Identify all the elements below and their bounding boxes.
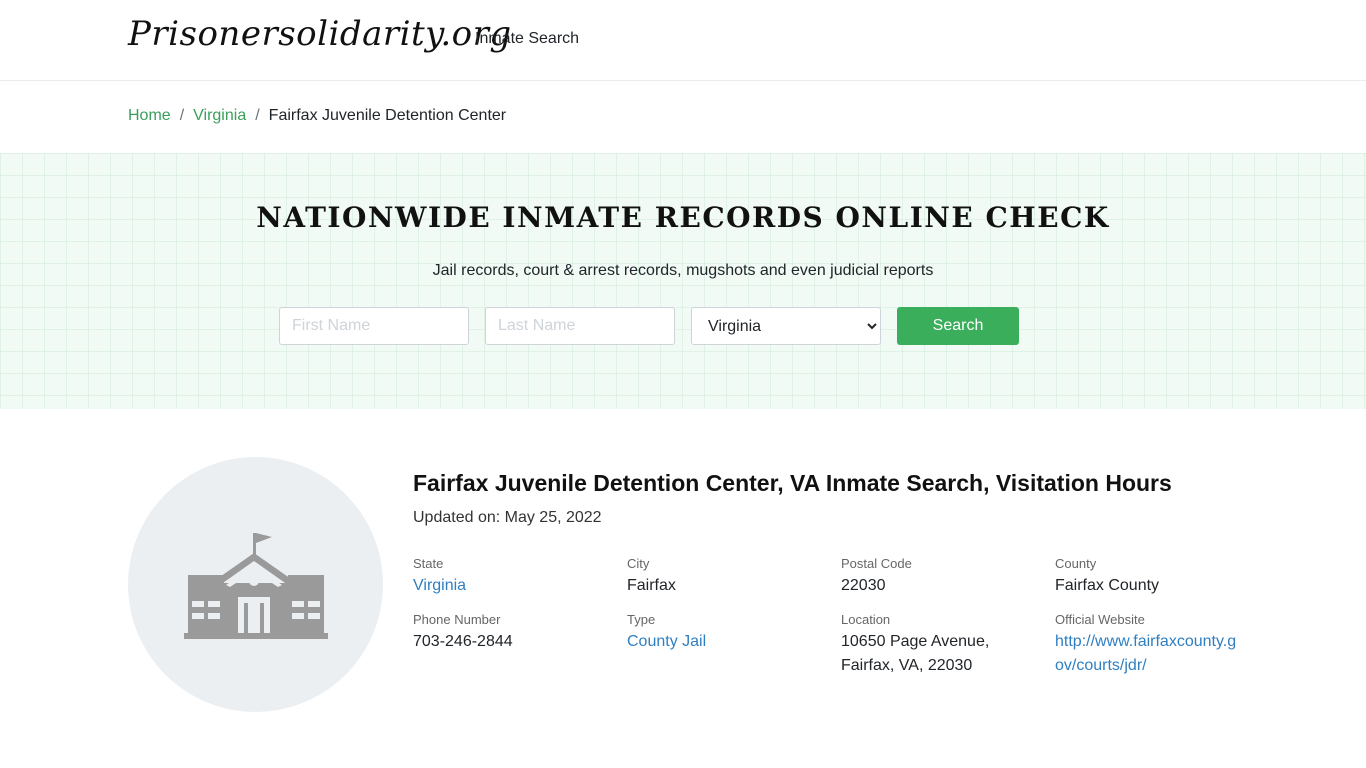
detail-website: Official Website http://www.fairfaxcount… bbox=[1055, 612, 1263, 678]
site-header: Prisonersolidarity.org Inmate Search bbox=[0, 0, 1366, 81]
nav-inmate-search[interactable]: Inmate Search bbox=[475, 30, 579, 48]
type-link[interactable]: County Jail bbox=[627, 630, 841, 654]
detail-label: Type bbox=[627, 612, 656, 627]
detail-value: Fairfax County bbox=[1055, 577, 1160, 594]
detail-label: Postal Code bbox=[841, 556, 912, 571]
detail-location: Location 10650 Page Avenue, Fairfax, VA,… bbox=[841, 612, 1055, 678]
state-link[interactable]: Virginia bbox=[413, 574, 627, 598]
breadcrumb-current: Fairfax Juvenile Detention Center bbox=[268, 107, 507, 124]
facility-details: State Virginia City Fairfax Postal Code … bbox=[413, 556, 1263, 678]
detail-value: 703-246-2844 bbox=[413, 633, 513, 650]
hero-title: NATIONWIDE INMATE RECORDS ONLINE CHECK bbox=[256, 201, 1110, 234]
detail-label: Location bbox=[841, 612, 891, 627]
detail-value: 22030 bbox=[841, 577, 886, 594]
detail-city: City Fairfax bbox=[627, 556, 841, 598]
breadcrumb-separator: / bbox=[179, 107, 185, 124]
official-website-link[interactable]: http://www.fairfaxcounty.gov/courts/jdr/ bbox=[1055, 630, 1240, 678]
search-button[interactable]: Search bbox=[897, 307, 1019, 345]
detail-phone: Phone Number 703-246-2844 bbox=[413, 612, 627, 678]
last-name-input[interactable] bbox=[485, 307, 675, 345]
detail-label: Official Website bbox=[1055, 612, 1145, 627]
first-name-input[interactable] bbox=[279, 307, 469, 345]
inmate-search-form: Virginia Search bbox=[279, 307, 1019, 345]
location-line-2: Fairfax, VA, 22030 bbox=[841, 657, 973, 674]
detail-label: Phone Number bbox=[413, 612, 501, 627]
detail-county: County Fairfax County bbox=[1055, 556, 1263, 598]
updated-date: Updated on: May 25, 2022 bbox=[413, 509, 602, 526]
facility-avatar bbox=[128, 457, 383, 712]
detail-label: State bbox=[413, 556, 444, 571]
breadcrumb-state[interactable]: Virginia bbox=[193, 107, 246, 125]
search-hero: NATIONWIDE INMATE RECORDS ONLINE CHECK J… bbox=[0, 153, 1366, 409]
detail-label: County bbox=[1055, 556, 1097, 571]
detail-state: State Virginia bbox=[413, 556, 627, 598]
building-icon bbox=[183, 532, 328, 639]
detail-postal-code: Postal Code 22030 bbox=[841, 556, 1055, 598]
site-logo[interactable]: Prisonersolidarity.org bbox=[128, 14, 512, 54]
state-select[interactable]: Virginia bbox=[691, 307, 881, 345]
breadcrumb: Home / Virginia / Fairfax Juvenile Deten… bbox=[128, 107, 506, 125]
detail-value: Fairfax bbox=[627, 577, 676, 594]
detail-label: City bbox=[627, 556, 650, 571]
facility-title: Fairfax Juvenile Detention Center, VA In… bbox=[413, 470, 1172, 496]
breadcrumb-separator: / bbox=[255, 107, 260, 124]
detail-type: Type County Jail bbox=[627, 612, 841, 678]
hero-subtitle: Jail records, court & arrest records, mu… bbox=[432, 262, 934, 279]
location-line-1: 10650 Page Avenue, bbox=[841, 633, 990, 650]
breadcrumb-home[interactable]: Home bbox=[128, 107, 171, 125]
